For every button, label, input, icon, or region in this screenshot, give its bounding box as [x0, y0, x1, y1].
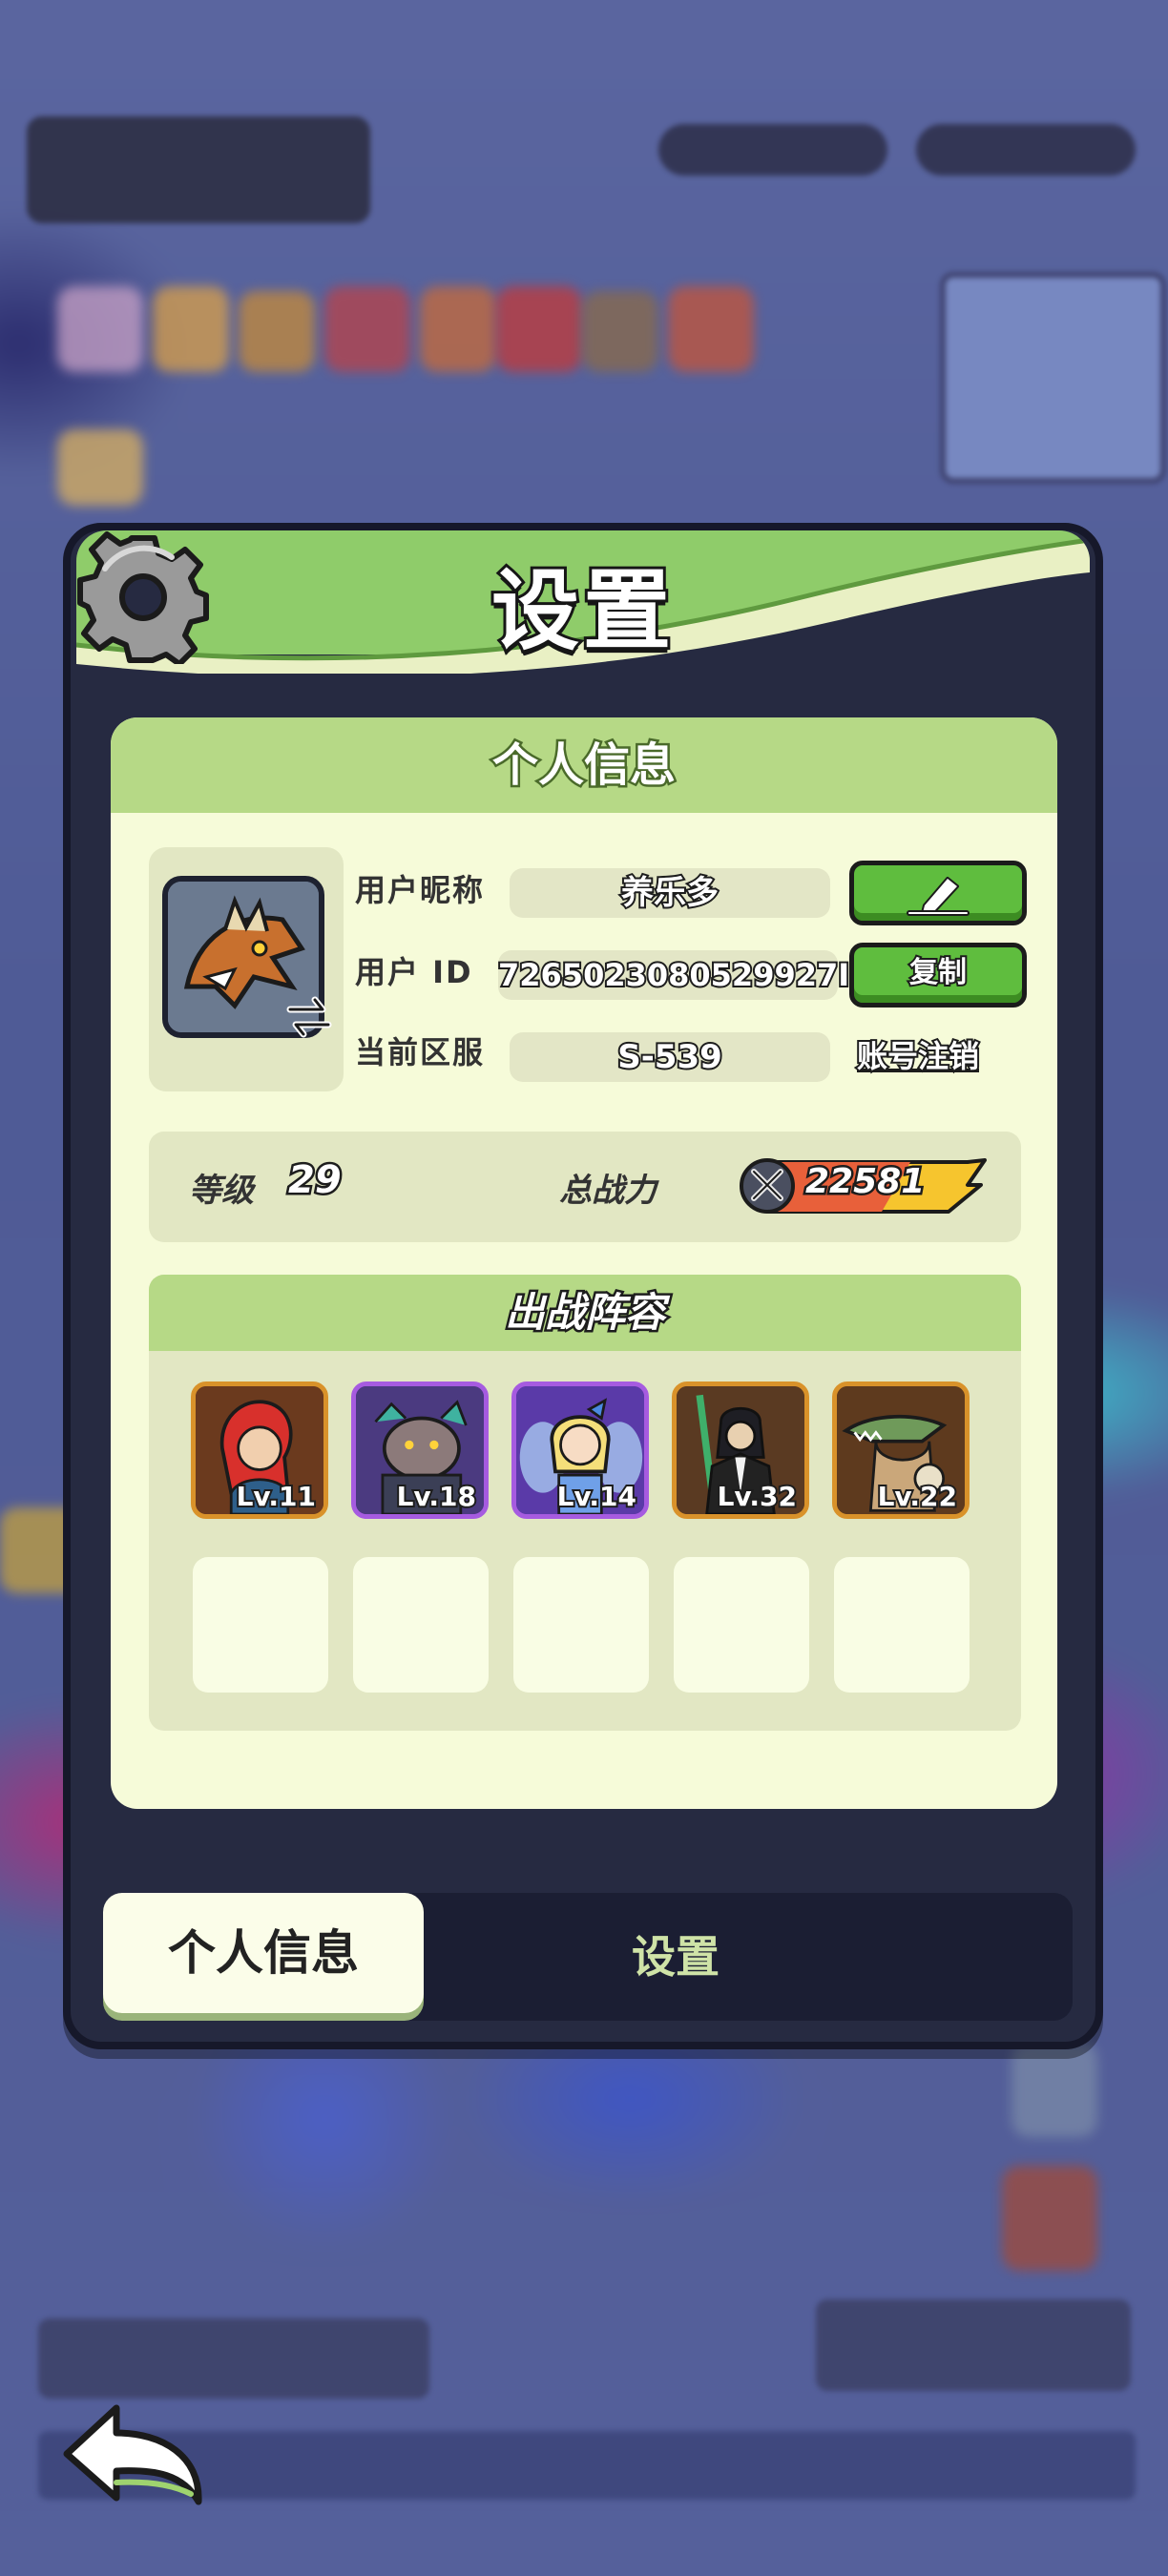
level-value: 29 [286, 1156, 344, 1205]
empty-lineup-slot[interactable] [193, 1557, 328, 1693]
tab-personal-info[interactable]: 个人信息 [103, 1893, 424, 2013]
hero-level: Lv.32 [716, 1479, 799, 1514]
personal-info-card: 个人信息 用户昵称 养乐多 用户 ID 7265023080529927I 复制… [111, 717, 1057, 1809]
dialog-header: 设置 [76, 530, 1090, 693]
user-id-label: 用户 ID [355, 954, 473, 990]
pencil-icon [907, 877, 970, 916]
battle-lineup: 出战阵容 Lv.11 Lv.18 Lv.14 Lv.32 Lv.22 [149, 1275, 1021, 1731]
hero-level: Lv.18 [395, 1479, 478, 1514]
hero-slot[interactable]: Lv.14 [511, 1381, 649, 1519]
stats-bar: 等级 29 总战力 22581 [149, 1132, 1021, 1242]
power-value: 22581 [803, 1160, 927, 1204]
edit-nickname-button[interactable] [849, 861, 1027, 925]
player-status-panel-blurred [27, 116, 370, 223]
server-field: S-539 [510, 1032, 830, 1082]
empty-lineup-slot[interactable] [674, 1557, 809, 1693]
empty-lineup-slot[interactable] [353, 1557, 489, 1693]
event-banner-blurred [816, 2299, 1131, 2391]
user-id-value: 7265023080529927I [496, 950, 851, 1000]
power-badge: 22581 [739, 1156, 989, 1215]
settings-dialog: 设置 个人信息 用户昵称 养乐多 用户 ID 7265023080529927I… [63, 523, 1103, 2049]
back-arrow-icon[interactable] [57, 2395, 210, 2509]
hero-level: Lv.22 [876, 1479, 959, 1514]
resource-bar-blurred [916, 124, 1136, 176]
hero-slot[interactable]: Lv.32 [672, 1381, 809, 1519]
hero-level: Lv.11 [235, 1479, 318, 1514]
empty-lineup-slot[interactable] [834, 1557, 970, 1693]
card-title: 个人信息 [111, 717, 1057, 813]
minimap-blurred [940, 272, 1166, 484]
avatar-container [149, 847, 344, 1091]
hero-slot[interactable]: Lv.22 [832, 1381, 970, 1519]
hero-slot[interactable]: Lv.18 [351, 1381, 489, 1519]
power-label: 总战力 [559, 1172, 657, 1210]
swap-avatar-icon[interactable] [282, 990, 336, 1044]
chat-preview-blurred [38, 2318, 429, 2399]
lineup-title: 出战阵容 [149, 1275, 1021, 1351]
hero-level: Lv.14 [555, 1479, 638, 1514]
hero-slot[interactable]: Lv.11 [191, 1381, 328, 1519]
empty-lineup-slot[interactable] [513, 1557, 649, 1693]
level-label: 等级 [189, 1172, 254, 1210]
dialog-tab-bar: 个人信息 设置 [103, 1893, 1073, 2021]
cancel-account-link[interactable]: 账号注销 [855, 1032, 981, 1076]
nickname-field: 养乐多 [510, 868, 830, 918]
nickname-label: 用户昵称 [355, 872, 486, 908]
tab-settings[interactable]: 设置 [485, 1893, 866, 2021]
resource-bar-blurred [658, 124, 887, 176]
copy-id-button[interactable]: 复制 [849, 943, 1027, 1008]
dialog-title: 设置 [489, 557, 675, 665]
server-label: 当前区服 [355, 1034, 486, 1070]
